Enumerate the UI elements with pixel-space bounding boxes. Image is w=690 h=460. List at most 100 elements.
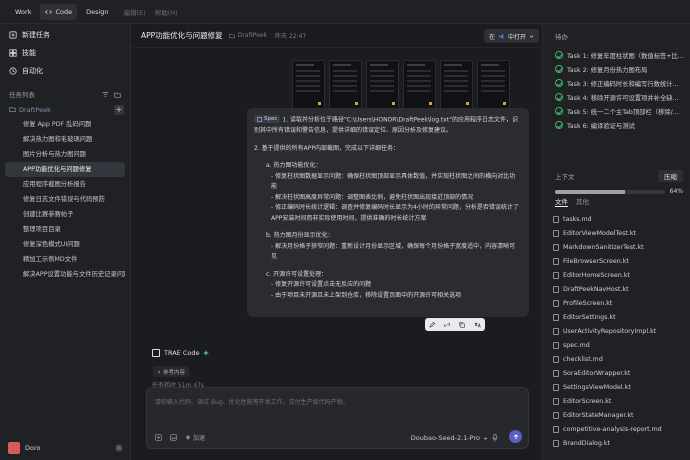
screenshot-attachments — [292, 60, 510, 110]
screenshot-thumbnail[interactable] — [403, 60, 436, 110]
screenshot-thumbnail[interactable] — [440, 60, 473, 110]
todo-label: Task 4: 移除开源许可设置项并补全缺... — [567, 94, 679, 102]
spec-text: - 修复开源许可设置点击无反应的问题 — [271, 281, 372, 288]
add-task-button[interactable]: + — [114, 104, 124, 115]
skills-label: 技能 — [22, 49, 36, 57]
file-item[interactable]: EditorViewModelTest.kt — [553, 226, 687, 240]
attach-icon[interactable] — [155, 434, 162, 441]
task-item[interactable]: 整理项目目录 — [5, 222, 125, 237]
skills-button[interactable]: 技能 — [0, 44, 130, 62]
open-in-button[interactable]: 在 中打开 — [483, 29, 539, 43]
file-item[interactable]: EditorHomeScreen.kt — [553, 268, 687, 282]
file-item[interactable]: SoraEditorWrapper.kt — [553, 366, 687, 380]
user-profile[interactable]: Doro — [8, 442, 41, 454]
context-progress-bar — [555, 189, 665, 194]
top-bar: Work Code Design 编辑(E) 帮助(H) — [0, 0, 690, 24]
task-item[interactable]: 解决热力图和毛玻璃问题 — [5, 132, 125, 147]
file-item[interactable]: spec.md — [553, 338, 687, 352]
task-item[interactable]: 修复深色模式UI问题 — [5, 237, 125, 252]
file-item[interactable]: EditorScreen.kt — [553, 394, 687, 408]
link-icon[interactable] — [444, 322, 451, 328]
file-item[interactable]: EditorStateManager.kt — [553, 408, 687, 422]
new-task-label: 新建任务 — [22, 31, 50, 39]
file-item[interactable]: MarkdownSanitizerTest.kt — [553, 240, 687, 254]
copy-icon[interactable] — [459, 321, 465, 328]
send-button[interactable] — [509, 430, 522, 443]
spec-text: - 修复柱状图数据显示问题：确保柱状图顶部显示具体数值，并实现柱状图之间的横向对… — [271, 172, 516, 180]
automation-icon — [9, 67, 17, 75]
file-name: EditorSettings.kt — [563, 313, 616, 321]
todo-item: Task 6: 编译验证与测试 — [543, 118, 690, 132]
task-item[interactable]: 应用程序截图分析报告 — [5, 177, 125, 192]
spec-line: c. 开源许可设置处理： — [254, 270, 522, 281]
filter-icon[interactable] — [102, 91, 109, 98]
screenshot-thumbnail[interactable] — [366, 60, 399, 110]
arrow-up-icon — [513, 433, 519, 440]
spec-text: APP安装时间而非实际使用时间，提供准确的时长统计方案 — [271, 214, 427, 222]
reference-chip[interactable]: 参考内容 — [153, 366, 190, 377]
task-item[interactable]: 修复 App PDF 乱码问题 — [5, 117, 125, 132]
check-circle-icon — [555, 65, 563, 73]
task-list-header: 任务列表 — [0, 86, 130, 102]
chevron-right-icon — [157, 370, 161, 374]
model-selector[interactable]: Doubao-Seed-2.1-Pro — [411, 434, 488, 442]
file-item[interactable]: competitive-analysis-report.md — [553, 422, 687, 436]
file-item[interactable]: SettingsViewModel.kt — [553, 380, 687, 394]
tab-design[interactable]: Design — [81, 4, 113, 20]
menu-item[interactable]: 帮助(H) — [155, 7, 178, 17]
file-name: EditorStateManager.kt — [563, 411, 634, 419]
task-item[interactable]: APP功能优化与问题修复 — [5, 162, 125, 177]
file-icon — [553, 313, 559, 321]
task-item[interactable]: 创建比赛参赛帖子 — [5, 207, 125, 222]
new-task-button[interactable]: 新建任务 — [0, 26, 130, 44]
translate-icon[interactable] — [474, 322, 481, 328]
task-item[interactable]: 修复日志文件错误与代码预防 — [5, 192, 125, 207]
file-name: ProfileScreen.kt — [563, 299, 613, 307]
menu-item[interactable]: 编辑(E) — [124, 7, 146, 17]
file-icon — [553, 271, 559, 279]
compress-button[interactable]: 压缩 — [658, 170, 683, 182]
edit-icon[interactable] — [429, 321, 436, 328]
file-item[interactable]: DraftPeekNavHost.kt — [553, 282, 687, 296]
file-icon — [553, 397, 559, 405]
chat-input[interactable]: 请你输入代码、调试 Bug、优化性能等开发工作，交付生产级代码产物。 加速 Do… — [146, 387, 529, 449]
tab-files[interactable]: 文件 — [555, 196, 568, 207]
file-item[interactable]: ProfileScreen.kt — [553, 296, 687, 310]
mode-switcher: Work Code Design — [0, 3, 114, 20]
task-item[interactable]: 图片分析与热力图问题 — [5, 147, 125, 162]
folder-draftpeek[interactable]: DraftPeek + — [0, 102, 130, 117]
screenshot-thumbnail[interactable] — [292, 60, 325, 110]
file-item[interactable]: checklist.md — [553, 352, 687, 366]
check-circle-icon — [555, 79, 563, 87]
task-item[interactable]: 精加工示例MD文件 — [5, 252, 125, 267]
automation-label: 自动化 — [22, 67, 43, 75]
folder-label: DraftPeek — [19, 105, 51, 114]
screenshot-thumbnail[interactable] — [329, 60, 362, 110]
spec-text: 1. 读取并分析位于路径"C:\Users\HONOR\DraftPeek\lo… — [282, 116, 518, 124]
task-item[interactable]: 解决APP设置功能与文件历史记录问题 — [5, 267, 125, 282]
skills-icon — [9, 49, 17, 57]
file-item[interactable]: FileBrowserScreen.kt — [553, 254, 687, 268]
input-placeholder: 请你输入代码、调试 Bug、优化性能等开发工作，交付生产级代码产物。 — [155, 399, 349, 406]
screenshot-thumbnail[interactable] — [477, 60, 510, 110]
microphone-icon[interactable] — [492, 434, 498, 442]
tab-code[interactable]: Code — [40, 3, 78, 20]
spec-line: - 修正编码时长统计逻辑：调查并修复编码时长显示为4小时的异常问题，分析是否错误… — [254, 203, 522, 214]
new-folder-icon[interactable] — [114, 91, 121, 98]
spec-line: APP安装时间而非实际使用时间，提供准确的时长统计方案 — [254, 214, 522, 225]
file-item[interactable]: UserActivityRepositoryImpl.kt — [553, 324, 687, 338]
file-item[interactable]: EditorSettings.kt — [553, 310, 687, 324]
settings-gear-icon[interactable] — [115, 444, 123, 452]
todo-item: Task 2: 修复月份热力图布局 — [543, 62, 690, 76]
file-name: spec.md — [563, 341, 590, 349]
speed-toggle[interactable]: 加速 — [185, 433, 205, 442]
image-icon[interactable] — [170, 434, 177, 441]
file-item[interactable]: tasks.md — [553, 212, 687, 226]
todo-item: Task 1: 修复年度柱状图（数值标签+比... — [543, 48, 690, 62]
tab-other[interactable]: 其他 — [576, 196, 589, 207]
file-item[interactable]: BrandDialog.kt — [553, 436, 687, 450]
automation-button[interactable]: 自动化 — [0, 62, 130, 80]
tab-work[interactable]: Work — [10, 4, 36, 20]
